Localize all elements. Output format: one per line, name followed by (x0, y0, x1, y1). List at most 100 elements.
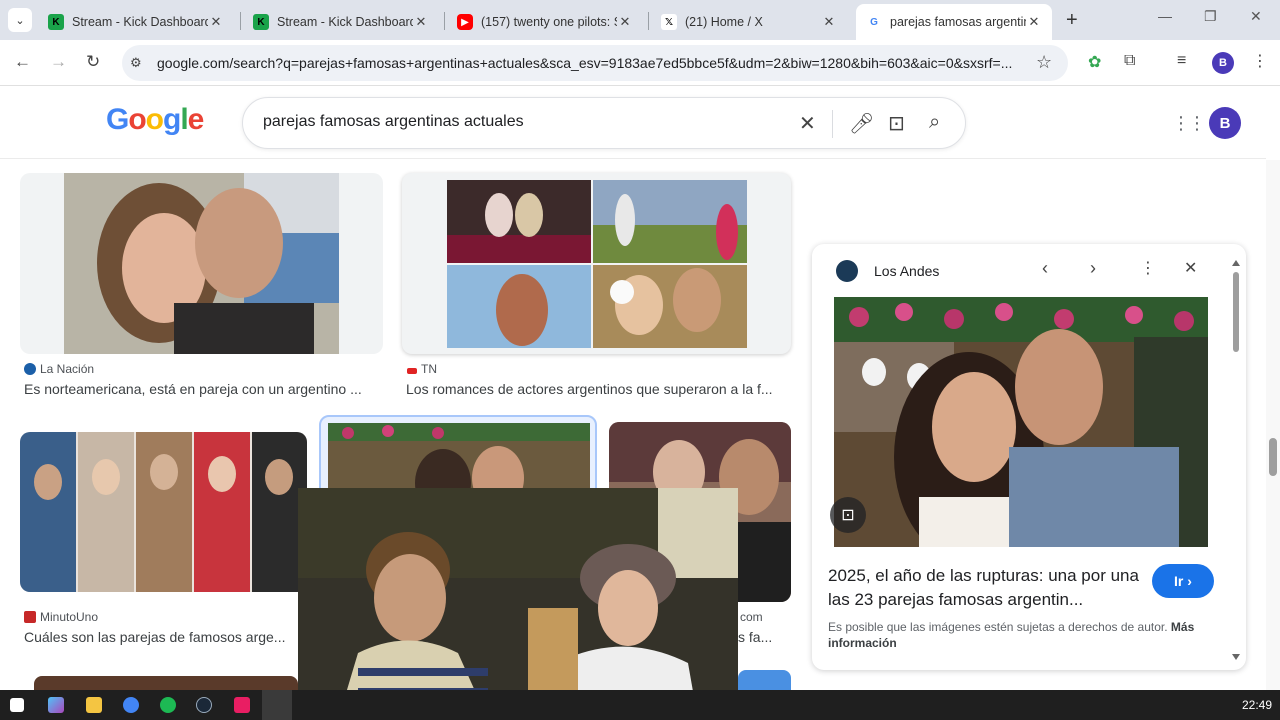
tab-search-dropdown-icon[interactable]: ⌄ (8, 8, 32, 32)
preview-title[interactable]: 2025, el año de las rupturas: una por un… (828, 564, 1140, 612)
tab-kick-dashboard-2[interactable]: K Stream - Kick Dashboard ✕ (243, 4, 439, 40)
chevron-right-icon[interactable]: › (1090, 258, 1096, 279)
minimize-icon[interactable]: — (1158, 8, 1172, 24)
scrollbar-thumb[interactable] (1269, 438, 1277, 476)
forward-icon[interactable]: → (50, 52, 67, 72)
google-account-avatar[interactable]: B (1209, 107, 1241, 139)
logo-letter: o (145, 103, 164, 136)
chrome-icon[interactable] (123, 697, 139, 713)
webcam-overlay (298, 488, 738, 720)
steam-icon[interactable] (196, 697, 212, 713)
actors-collage-image (447, 180, 747, 348)
extensions-puzzle-icon[interactable]: ⧉ (1124, 52, 1135, 70)
visit-button-label: Ir (1174, 573, 1184, 589)
google-header: Google ✕ 🎤︎ ⊡ ⌕ ⋮⋮⋮ B (0, 87, 1266, 159)
source-label: MinutoUno (40, 610, 99, 624)
next-result-thumbnail[interactable] (738, 670, 791, 690)
panel-scrollbar[interactable] (1232, 260, 1240, 660)
result-thumbnail[interactable] (20, 173, 383, 354)
google-lens-icon[interactable]: ⊡ (888, 111, 905, 136)
result-source[interactable]: La Nación (24, 362, 94, 376)
clear-search-icon[interactable]: ✕ (799, 111, 816, 136)
visit-button[interactable]: Ir › (1152, 564, 1214, 598)
minutouno-icon (24, 611, 36, 623)
result-caption[interactable]: Los romances de actores argentinos que s… (406, 381, 788, 397)
tab-google-search[interactable]: G parejas famosas argentin ✕ (856, 4, 1052, 40)
result-source[interactable]: TN (407, 362, 437, 376)
lens-search-icon[interactable]: ⊡ (830, 497, 866, 533)
couple-restaurant-image (834, 297, 1208, 547)
url-text[interactable]: google.com/search?q=parejas+famosas+arge… (157, 55, 1017, 71)
tab-x-home[interactable]: 𝕏 (21) Home / X ✕ (651, 4, 847, 40)
google-icon: G (866, 14, 882, 30)
search-input[interactable] (263, 113, 783, 131)
youtube-icon: ▶ (457, 14, 473, 30)
address-bar[interactable]: ⚙ google.com/search?q=parejas+famosas+ar… (122, 45, 1068, 81)
file-explorer-icon[interactable] (86, 697, 102, 713)
result-source[interactable]: MinutoUno (24, 610, 98, 624)
logo-letter: g (163, 103, 181, 136)
extension-icon[interactable]: ✿ (1088, 52, 1101, 72)
tab-title: parejas famosas argentin (890, 15, 1026, 29)
copyright-notice: Es posible que las imágenes estén sujeta… (828, 619, 1208, 651)
result-thumbnail[interactable] (20, 432, 307, 592)
tab-title: (21) Home / X (685, 15, 763, 29)
page-scrollbar[interactable] (1266, 160, 1280, 690)
result-caption[interactable]: Es norteamericana, está en pareja con un… (24, 381, 379, 397)
result-source[interactable]: com (740, 610, 763, 624)
source-label: com (740, 610, 763, 624)
la-nacion-icon (24, 363, 36, 375)
back-icon[interactable]: ← (14, 52, 31, 72)
kick-icon: K (253, 14, 269, 30)
spotify-icon[interactable] (160, 697, 176, 713)
close-window-icon[interactable]: ✕ (1250, 8, 1262, 25)
source-label: TN (421, 362, 437, 376)
copilot-icon[interactable] (48, 697, 64, 713)
next-result-thumbnail[interactable] (34, 676, 298, 690)
tn-icon (407, 367, 417, 374)
result-thumbnail[interactable] (402, 173, 791, 354)
new-tab-button[interactable]: + (1066, 10, 1078, 30)
microphone-icon[interactable]: 🎤︎ (849, 111, 874, 136)
result-caption[interactable]: Cuáles son las parejas de famosos arge..… (24, 629, 299, 645)
close-icon[interactable]: ✕ (208, 14, 224, 30)
tab-title: (157) twenty one pilots: S (481, 15, 617, 29)
search-divider (832, 110, 833, 138)
x-icon: 𝕏 (661, 14, 677, 30)
tab-youtube[interactable]: ▶ (157) twenty one pilots: S ✕ (447, 4, 643, 40)
search-icon[interactable]: ⌕ (929, 111, 940, 134)
browser-toolbar: ← → ↻ ⚙ google.com/search?q=parejas+famo… (0, 40, 1280, 86)
more-options-icon[interactable]: ⋮ (1140, 258, 1156, 278)
tab-title: Stream - Kick Dashboard (72, 15, 208, 29)
tab-kick-dashboard-1[interactable]: K Stream - Kick Dashboard ✕ (38, 4, 234, 40)
close-icon[interactable]: ✕ (617, 14, 633, 30)
couple-selfie-image (64, 173, 339, 354)
search-box: ✕ 🎤︎ ⊡ ⌕ (242, 97, 966, 149)
close-icon[interactable]: ✕ (413, 14, 429, 30)
windows-taskbar: 22:49 (0, 690, 1280, 720)
app-icon[interactable] (234, 697, 250, 713)
image-preview-panel: Los Andes ‹ › ⋮ ✕ ⊡ 2025, el año de las … (812, 244, 1246, 670)
logo-letter: l (180, 103, 188, 136)
close-panel-icon[interactable]: ✕ (1184, 258, 1197, 278)
browser-profile-avatar[interactable]: B (1212, 52, 1234, 74)
preview-image[interactable] (834, 297, 1208, 547)
maximize-icon[interactable]: ❐ (1204, 8, 1217, 25)
active-app-icon[interactable] (262, 690, 292, 720)
close-icon[interactable]: ✕ (1026, 14, 1042, 30)
los-andes-logo-icon (836, 260, 858, 282)
bookmark-star-icon[interactable]: ☆ (1036, 52, 1052, 73)
close-icon[interactable]: ✕ (821, 14, 837, 30)
taskbar-clock[interactable]: 22:49 (1242, 698, 1272, 712)
preview-source[interactable]: Los Andes (874, 263, 939, 279)
chevron-left-icon[interactable]: ‹ (1042, 258, 1048, 279)
windows-start-icon[interactable] (10, 698, 24, 712)
media-control-icon[interactable]: ≡ (1177, 52, 1186, 70)
browser-menu-icon[interactable]: ⋮ (1252, 51, 1268, 71)
tab-title: Stream - Kick Dashboard (277, 15, 413, 29)
site-info-icon[interactable]: ⚙ (130, 55, 142, 71)
reload-icon[interactable]: ↻ (86, 52, 100, 72)
google-logo[interactable]: Google (106, 103, 204, 137)
logo-letter: o (128, 103, 146, 136)
result-caption[interactable]: s fa... (738, 629, 790, 645)
